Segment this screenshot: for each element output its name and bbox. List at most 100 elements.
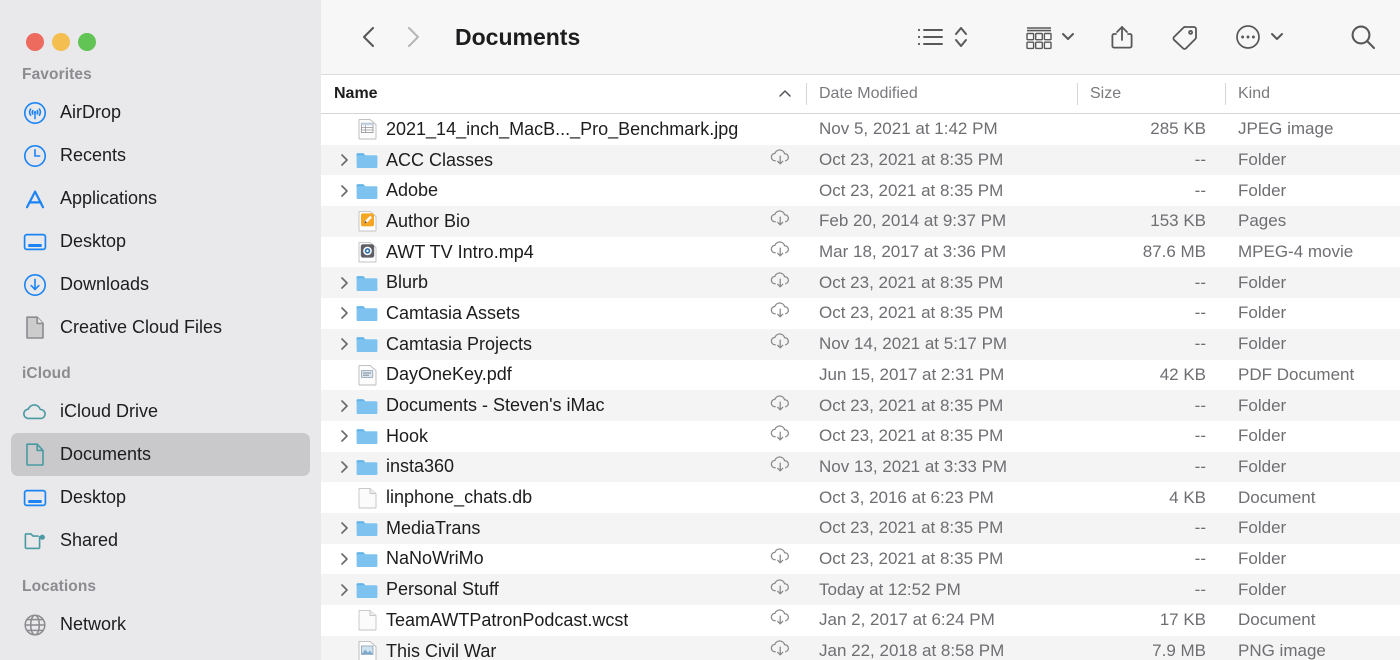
cell-name[interactable]: Camtasia Assets — [321, 298, 806, 329]
sidebar-item-desktop[interactable]: Desktop — [11, 476, 310, 519]
icloud-download-icon[interactable] — [769, 333, 792, 356]
sidebar-item-documents[interactable]: Documents — [11, 433, 310, 476]
sidebar-item-airdrop[interactable]: AirDrop — [11, 91, 310, 134]
sidebar-item-desktop[interactable]: Desktop — [11, 220, 310, 263]
table-row[interactable]: MediaTrans Oct 23, 2021 at 8:35 PM -- Folde… — [321, 512, 1400, 544]
sidebar-item-applications[interactable]: Applications — [11, 177, 310, 220]
icloud-download-icon[interactable] — [769, 394, 792, 417]
table-row[interactable]: Documents - Steven's iMac Oct 23, 2021 at… — [321, 390, 1400, 421]
minimize-button[interactable] — [52, 33, 70, 51]
column-header-name-label: Name — [334, 85, 378, 102]
icloud-download-icon[interactable] — [769, 578, 792, 601]
disclosure-chevron-right-icon[interactable] — [334, 429, 354, 443]
column-divider[interactable] — [1077, 83, 1078, 105]
disclosure-chevron-right-icon[interactable] — [334, 276, 354, 290]
cell-name[interactable]: 2021_14_inch_MacB..._Pro_Benchmark.jpg — [321, 114, 806, 145]
sidebar-item-creative-cloud-files[interactable]: Creative Cloud Files — [11, 306, 310, 349]
cell-name[interactable]: This Civil War — [321, 636, 806, 660]
column-header-kind[interactable]: Kind — [1225, 74, 1400, 114]
file-name: Personal Stuff — [386, 579, 499, 600]
search-icon[interactable] — [1348, 17, 1378, 57]
back-button[interactable] — [347, 17, 391, 57]
table-row[interactable]: Adobe Oct 23, 2021 at 8:35 PM -- Folder — [321, 175, 1400, 206]
table-row[interactable]: linphone_chats.db Oct 3, 2016 at 6:23 PM 4… — [321, 482, 1400, 513]
column-divider[interactable] — [806, 83, 807, 105]
table-row[interactable]: ACC Classes Oct 23, 2021 at 8:35 PM -- Fold… — [321, 144, 1400, 176]
table-row[interactable]: Camtasia Projects Nov 14, 2021 at 5:17 PM… — [321, 328, 1400, 360]
cell-name[interactable]: linphone_chats.db — [321, 482, 806, 513]
share-icon[interactable] — [1109, 17, 1135, 57]
cell-name[interactable]: Personal Stuff — [321, 574, 806, 605]
icloud-download-icon[interactable] — [769, 455, 792, 478]
icloud-download-icon[interactable] — [769, 547, 792, 570]
cell-name[interactable]: Blurb — [321, 267, 806, 298]
cell-date-modified: Oct 23, 2021 at 8:35 PM — [819, 548, 1004, 568]
forward-button[interactable] — [391, 17, 435, 57]
sidebar-item-recents[interactable]: Recents — [11, 134, 310, 177]
disclosure-chevron-right-icon[interactable] — [334, 184, 354, 198]
cell-name[interactable]: ACC Classes — [321, 145, 806, 176]
tag-icon[interactable] — [1169, 17, 1199, 57]
list-view-icon[interactable] — [916, 17, 946, 57]
table-row[interactable]: AWT TV Intro.mp4 Mar 18, 2017 at 3:36 PM 8… — [321, 237, 1400, 268]
cell-name[interactable]: AWT TV Intro.mp4 — [321, 237, 806, 268]
icloud-download-icon[interactable] — [769, 271, 792, 294]
icloud-download-icon[interactable] — [769, 640, 792, 660]
cell-name[interactable]: TeamAWTPatronPodcast.wcst — [321, 605, 806, 636]
table-row[interactable]: Blurb Oct 23, 2021 at 8:35 PM -- Folder — [321, 267, 1400, 299]
table-row[interactable]: 2021_14_inch_MacB..._Pro_Benchmark.jpg No… — [321, 114, 1400, 145]
cell-name[interactable]: DayOneKey.pdf — [321, 360, 806, 391]
disclosure-chevron-right-icon[interactable] — [334, 153, 354, 167]
icloud-download-icon[interactable] — [769, 302, 792, 325]
table-row[interactable]: insta360 Nov 13, 2021 at 3:33 PM -- Folder — [321, 451, 1400, 483]
table-row[interactable]: Camtasia Assets Oct 23, 2021 at 8:35 PM --… — [321, 298, 1400, 329]
table-row[interactable]: NaNoWriMo Oct 23, 2021 at 8:35 PM -- Folder — [321, 544, 1400, 575]
cell-size: -- — [1194, 334, 1206, 354]
disclosure-chevron-right-icon[interactable] — [334, 306, 354, 320]
disclosure-chevron-right-icon[interactable] — [334, 583, 354, 597]
cell-name[interactable]: insta360 — [321, 452, 806, 483]
sidebar-item-network[interactable]: Network — [11, 603, 310, 646]
group-by-control[interactable] — [1024, 17, 1075, 57]
close-button[interactable] — [26, 33, 44, 51]
table-row[interactable]: Personal Stuff Today at 12:52 PM -- Folder — [321, 574, 1400, 605]
maximize-button[interactable] — [78, 33, 96, 51]
disclosure-chevron-right-icon[interactable] — [334, 521, 354, 535]
icloud-download-icon[interactable] — [769, 241, 792, 264]
file-list[interactable]: 2021_14_inch_MacB..._Pro_Benchmark.jpg No… — [321, 114, 1400, 660]
cell-name[interactable]: NaNoWriMo — [321, 544, 806, 575]
column-header-date-modified[interactable]: Date Modified — [806, 74, 1077, 114]
sidebar-item-icloud-drive[interactable]: iCloud Drive — [11, 390, 310, 433]
sort-stepper-icon[interactable] — [952, 17, 970, 57]
disclosure-chevron-right-icon[interactable] — [334, 337, 354, 351]
column-header-size[interactable]: Size — [1077, 74, 1225, 114]
icloud-download-icon[interactable] — [769, 425, 792, 448]
column-header-name[interactable]: Name — [321, 74, 806, 114]
cell-name[interactable]: Documents - Steven's iMac — [321, 390, 806, 421]
disclosure-chevron-right-icon[interactable] — [334, 460, 354, 474]
cell-name[interactable]: Adobe — [321, 175, 806, 206]
column-divider[interactable] — [1225, 83, 1226, 105]
disclosure-chevron-right-icon[interactable] — [334, 552, 354, 566]
chevron-down-icon[interactable] — [1061, 28, 1075, 46]
table-row[interactable]: Author Bio Feb 20, 2014 at 9:37 PM 153 KB P… — [321, 206, 1400, 237]
icloud-download-icon[interactable] — [769, 149, 792, 172]
cell-name[interactable]: Author Bio — [321, 206, 806, 237]
table-row[interactable]: DayOneKey.pdf Jun 15, 2017 at 2:31 PM 42 K… — [321, 360, 1400, 391]
more-actions-icon[interactable] — [1233, 17, 1263, 57]
chevron-down-icon[interactable] — [1270, 28, 1284, 46]
more-actions-control[interactable] — [1233, 17, 1284, 57]
cell-name[interactable]: Camtasia Projects — [321, 329, 806, 360]
icloud-download-icon[interactable] — [769, 210, 792, 233]
group-view-icon[interactable] — [1024, 17, 1054, 57]
icloud-download-icon[interactable] — [769, 609, 792, 632]
sidebar-item-downloads[interactable]: Downloads — [11, 263, 310, 306]
cell-name[interactable]: Hook — [321, 421, 806, 452]
table-row[interactable]: TeamAWTPatronPodcast.wcst Jan 2, 2017 at … — [321, 605, 1400, 636]
sidebar-item-shared[interactable]: Shared — [11, 519, 310, 562]
table-row[interactable]: Hook Oct 23, 2021 at 8:35 PM -- Folder — [321, 421, 1400, 452]
disclosure-chevron-right-icon[interactable] — [334, 399, 354, 413]
table-row[interactable]: This Civil War Jan 22, 2018 at 8:58 PM 7.9… — [321, 635, 1400, 660]
cell-size: -- — [1194, 272, 1206, 292]
cell-name[interactable]: MediaTrans — [321, 513, 806, 544]
